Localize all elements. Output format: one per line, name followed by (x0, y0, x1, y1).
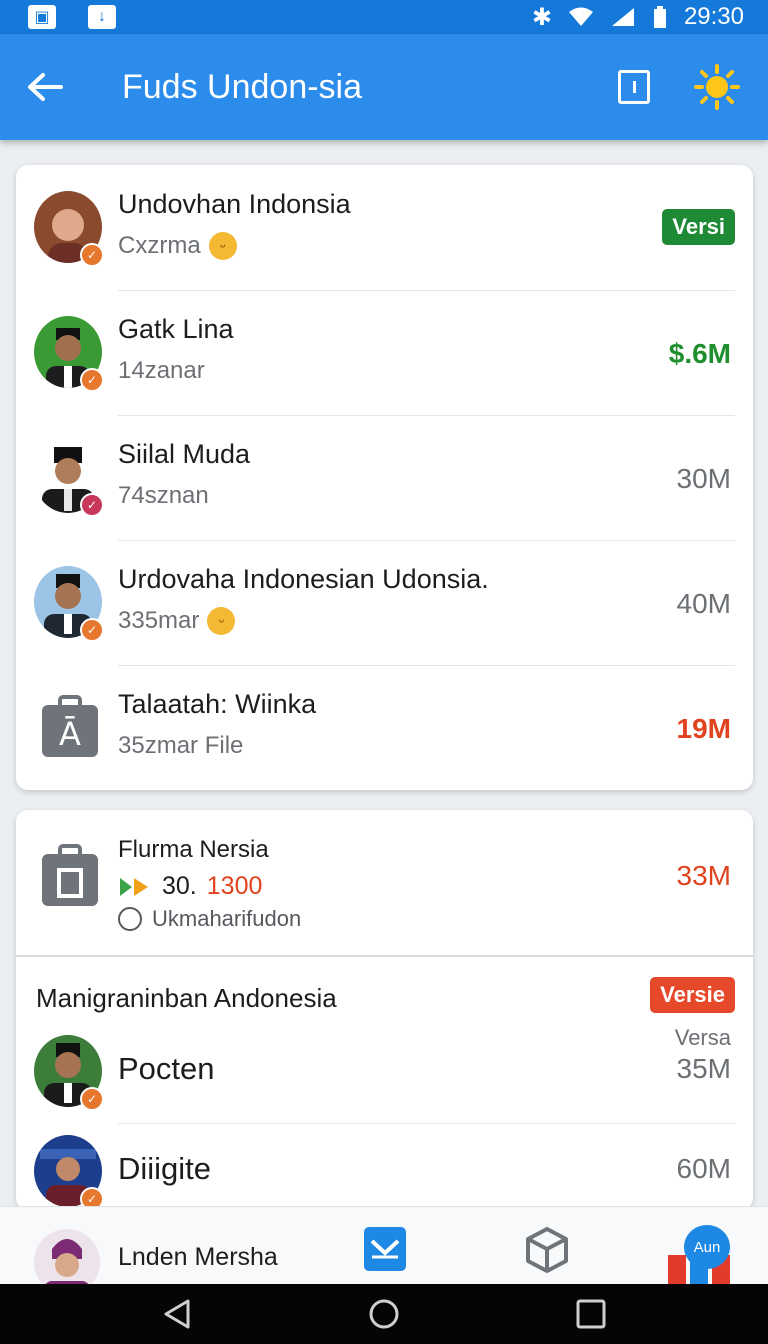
check-badge-icon: ✓ (80, 1087, 104, 1111)
amount-value: 40M (676, 588, 731, 619)
amount-value: 35M (676, 1053, 731, 1084)
amount-value: 60M (676, 1153, 731, 1184)
contact-list-card: ✓ Undovhan Indonsia Cxzrma ᵕ Versi ✓ Gatk… (16, 165, 753, 790)
battery-icon (653, 6, 666, 28)
list-item[interactable]: ✓ Urdovaha Indonesian Udonsia. 335mar ᵕ 4… (16, 540, 753, 665)
list-item[interactable]: Ā Talaatah: Wiinka 35zmar File 19M (16, 665, 753, 790)
system-navigation (0, 1284, 768, 1344)
svg-text:Ā: Ā (59, 715, 81, 753)
list-item[interactable]: ✓ Pocten 35M (16, 1023, 753, 1123)
screenshot-icon: ▣ (28, 5, 56, 29)
back-button[interactable] (0, 34, 90, 140)
amount-value: $.6M (668, 338, 731, 369)
check-badge-icon: ✓ (80, 618, 104, 642)
amount-value: 19M (676, 713, 731, 744)
package-icon[interactable] (522, 1225, 572, 1275)
recents-square-icon[interactable] (572, 1298, 608, 1330)
list-item[interactable]: ✓ Siilal Muda 74sznan 30M (16, 415, 753, 540)
app-bar: Fuds Undon-sia (0, 34, 768, 140)
amount-value: 30M (676, 463, 731, 494)
check-badge-icon: ✓ (80, 368, 104, 392)
info-button[interactable] (618, 70, 650, 104)
mail-button[interactable] (364, 1227, 406, 1271)
clipboard-icon (42, 844, 98, 906)
status-badge[interactable]: Versie (650, 977, 735, 1013)
list-item[interactable]: ✓ Diiigite 60M (16, 1123, 753, 1210)
list-item[interactable]: ✓ Gatk Lina 14zanar $.6M (16, 290, 753, 415)
file-summary[interactable]: Flurma Nersia 30. 1300 Ukmaharifudon 33M (16, 810, 753, 957)
wifi-icon (568, 7, 593, 26)
double-arrow-icon (120, 877, 148, 896)
mail-icon (370, 1239, 400, 1259)
bottom-navigation: Lnden Mersha Aun (0, 1206, 768, 1295)
status-bar: ▣ ↓ ✱ 29:30 (0, 0, 768, 34)
page-title: Fuds Undon-sia (122, 67, 363, 106)
download-icon: ↓ (88, 5, 116, 29)
emoji-icon: ᵕ (207, 607, 236, 635)
file-icon: Ā (42, 695, 98, 757)
notification-badge: Aun (684, 1225, 730, 1269)
sun-icon[interactable] (694, 64, 740, 110)
signal-icon (611, 8, 634, 26)
arrow-left-icon (28, 73, 63, 101)
emoji-icon: ᵕ (208, 232, 237, 260)
bluetooth-icon: ✱ (531, 3, 552, 31)
check-badge-icon: ✓ (80, 243, 104, 267)
home-circle-icon[interactable] (366, 1298, 402, 1330)
summary-card: Flurma Nersia 30. 1300 Ukmaharifudon 33M… (16, 810, 753, 1210)
status-badge: Versi (662, 209, 735, 245)
group-header: Manigraninban Andonesia Versie Versa (16, 957, 753, 1050)
user-icon (118, 907, 142, 931)
check-badge-icon: ✓ (80, 493, 104, 517)
clock: 29:30 (683, 3, 744, 30)
back-triangle-icon[interactable] (160, 1298, 196, 1330)
app-shortcut[interactable]: Aun (668, 1225, 734, 1287)
amount-value: 33M (676, 860, 731, 891)
list-item[interactable]: ✓ Undovhan Indonsia Cxzrma ᵕ Versi (16, 165, 753, 290)
